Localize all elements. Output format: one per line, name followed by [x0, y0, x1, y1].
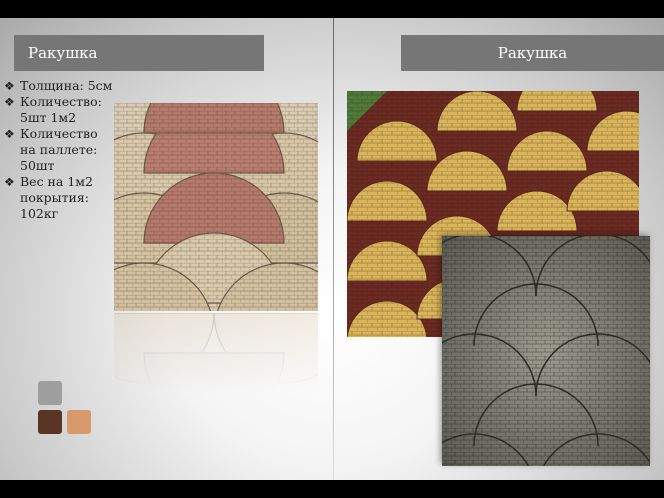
left-title-bar: Ракушка: [14, 35, 264, 71]
diamond-bullet-icon: ❖: [4, 175, 15, 189]
panel-divider: [333, 18, 334, 480]
color-swatch-gray: [38, 381, 62, 405]
fan-paving-photo: [114, 103, 318, 311]
fan-paving-reflection: [114, 313, 318, 393]
slide: Ракушка Ракушка ❖ Толщина: 5см ❖ Количеств…: [0, 18, 664, 480]
spec-item: ❖ Вес на 1м2 покрытия: 102кг: [4, 174, 93, 221]
right-title-bar: Ракушка: [401, 35, 664, 71]
spec-list: ❖ Толщина: 5см ❖ Количество: 5шт 1м2 ❖ Коли…: [4, 78, 116, 238]
right-title: Ракушка: [497, 44, 568, 62]
spec-item: ❖ Количество: 5шт 1м2: [4, 94, 102, 125]
left-title: Ракушка: [28, 44, 98, 62]
spec-item: ❖ Толщина: 5см: [4, 78, 113, 93]
color-swatch-brown: [38, 410, 62, 434]
color-swatch-peach: [67, 410, 91, 434]
spec-item: ❖ Количество на паллете: 50шт: [4, 126, 98, 173]
diamond-bullet-icon: ❖: [4, 95, 15, 109]
diamond-bullet-icon: ❖: [4, 79, 15, 93]
gray-paving-photo: [442, 236, 650, 466]
diamond-bullet-icon: ❖: [4, 127, 15, 141]
